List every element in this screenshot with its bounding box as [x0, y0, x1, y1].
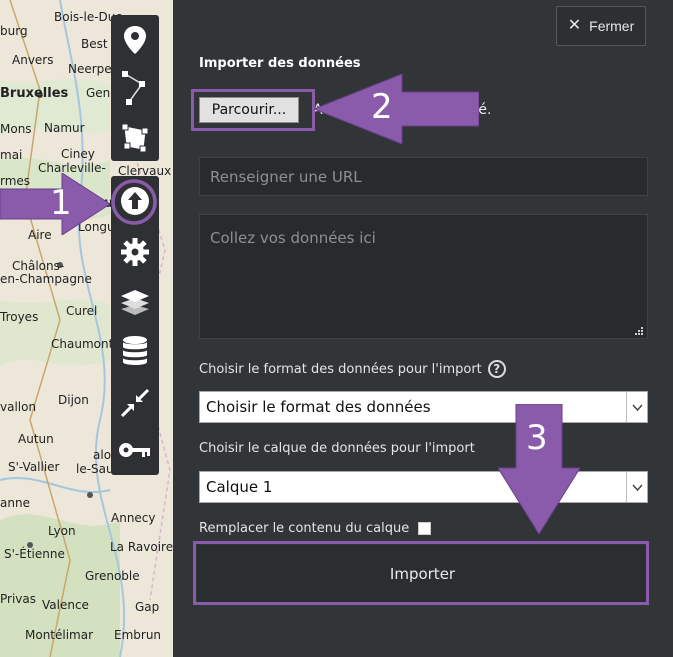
map-label: Bruxelles [0, 86, 69, 101]
format-label-row: Choisir le format des données pour l'imp… [199, 360, 506, 378]
database-icon [123, 336, 147, 365]
layer-select[interactable]: Calque 1 [199, 471, 648, 503]
layers-button[interactable] [111, 282, 159, 322]
format-label: Choisir le format des données pour l'imp… [199, 361, 482, 377]
map-label: Dijon [58, 393, 89, 407]
format-select[interactable]: Choisir le format des données [199, 391, 648, 423]
step-2-number: 2 [371, 87, 393, 127]
chevron-down-icon [626, 392, 647, 422]
map-label: burg [0, 24, 28, 38]
url-input[interactable]: Renseigner une URL [199, 157, 648, 196]
map-label: Mons [0, 122, 32, 136]
map-label: Anvers [12, 53, 54, 67]
help-icon[interactable]: ? [487, 360, 506, 378]
close-button[interactable]: ✕ Fermer [556, 6, 646, 46]
map-label: S'-Vallier [8, 460, 60, 474]
map-label: Embrun [114, 628, 162, 642]
map-label: anne [0, 496, 30, 510]
replace-checkbox[interactable] [418, 522, 432, 535]
data-layers-button[interactable] [111, 331, 159, 371]
map-label: Namur [44, 121, 85, 135]
map-label: Chaumont [51, 337, 114, 351]
map-label: S'-Étienne [4, 547, 65, 561]
permissions-button[interactable] [111, 430, 159, 470]
layers-icon [121, 290, 149, 315]
map-label: Troyes [0, 310, 39, 324]
map-label: Privas [0, 592, 36, 606]
map-label: Lyon [48, 524, 76, 538]
map-label: Annecy [111, 511, 156, 525]
map-label: Neerpe [68, 62, 112, 76]
layer-label: Choisir le calque de données pour l'impo… [199, 441, 475, 456]
map-label: Curel [66, 304, 98, 318]
step-3-number: 3 [526, 418, 548, 458]
panel-title: Importer des données [199, 56, 361, 71]
close-label: Fermer [589, 18, 635, 34]
chevron-down-icon [626, 472, 647, 502]
resize-grip-icon[interactable] [634, 326, 643, 335]
map-label: vallon [0, 400, 37, 414]
key-icon [119, 443, 150, 457]
replace-row: Remplacer le contenu du calque [199, 521, 432, 536]
map-label: en-Champagne [0, 272, 92, 286]
map-label: La Ravoire [110, 540, 174, 554]
replace-label: Remplacer le contenu du calque [199, 521, 410, 536]
map-label: Grenoble [85, 569, 140, 583]
map-label: Châlons- [12, 259, 65, 273]
map-label: Montélimar [25, 628, 94, 642]
map-settings-button[interactable] [111, 232, 159, 272]
map-label: mai [0, 148, 23, 162]
center-view-button[interactable] [111, 383, 159, 423]
polygon-icon [121, 123, 149, 153]
import-highlight [193, 541, 649, 605]
settings-icon [121, 238, 149, 266]
map-label: Valence [42, 598, 89, 612]
close-icon: ✕ [567, 17, 582, 34]
map-label: Gap [135, 600, 160, 614]
format-select-value: Choisir le format des données [206, 398, 431, 416]
map-label: Autun [18, 432, 54, 446]
map-label: Ciney [61, 147, 95, 161]
step-1-number: 1 [50, 183, 72, 223]
collapse-arrows-icon [120, 388, 150, 418]
draw-marker-button[interactable] [111, 20, 159, 60]
step-2-arrow [314, 74, 479, 144]
marker-icon [124, 26, 146, 54]
browse-highlight [191, 89, 315, 131]
upload-highlight-ring [111, 179, 157, 225]
data-textarea-placeholder: Collez vos données ici [210, 229, 376, 247]
data-textarea[interactable]: Collez vos données ici [199, 214, 648, 339]
map-label: Best [81, 37, 108, 51]
layer-select-value: Calque 1 [206, 478, 273, 496]
polyline-icon [122, 71, 145, 105]
draw-polyline-button[interactable] [111, 68, 159, 108]
draw-polygon-button[interactable] [111, 118, 159, 158]
